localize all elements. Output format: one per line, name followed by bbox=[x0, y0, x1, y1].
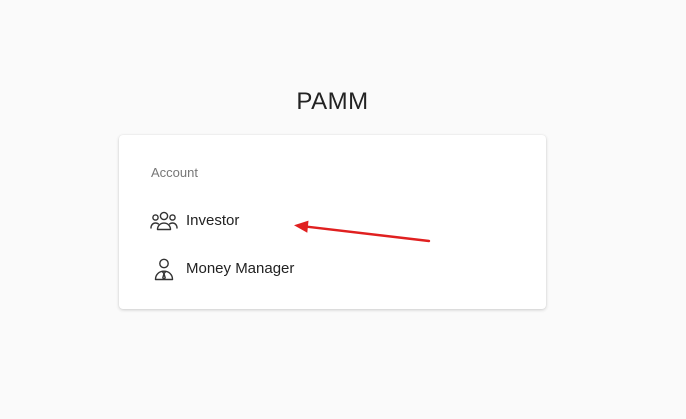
page-title: PAMM bbox=[296, 88, 369, 115]
account-card: Account Investor Money Manager bbox=[119, 135, 546, 309]
pamm-page: PAMM Account Investor Money Manager bbox=[0, 0, 686, 419]
menu-item-label-money-manager: Money Manager bbox=[186, 260, 295, 277]
menu-item-money-manager[interactable]: Money Manager bbox=[149, 255, 294, 283]
menu-item-investor[interactable]: Investor bbox=[149, 207, 239, 235]
section-label-account: Account bbox=[151, 165, 198, 180]
users-group-icon bbox=[149, 209, 179, 233]
manager-tie-icon bbox=[149, 257, 179, 281]
menu-item-label-investor: Investor bbox=[186, 212, 240, 229]
